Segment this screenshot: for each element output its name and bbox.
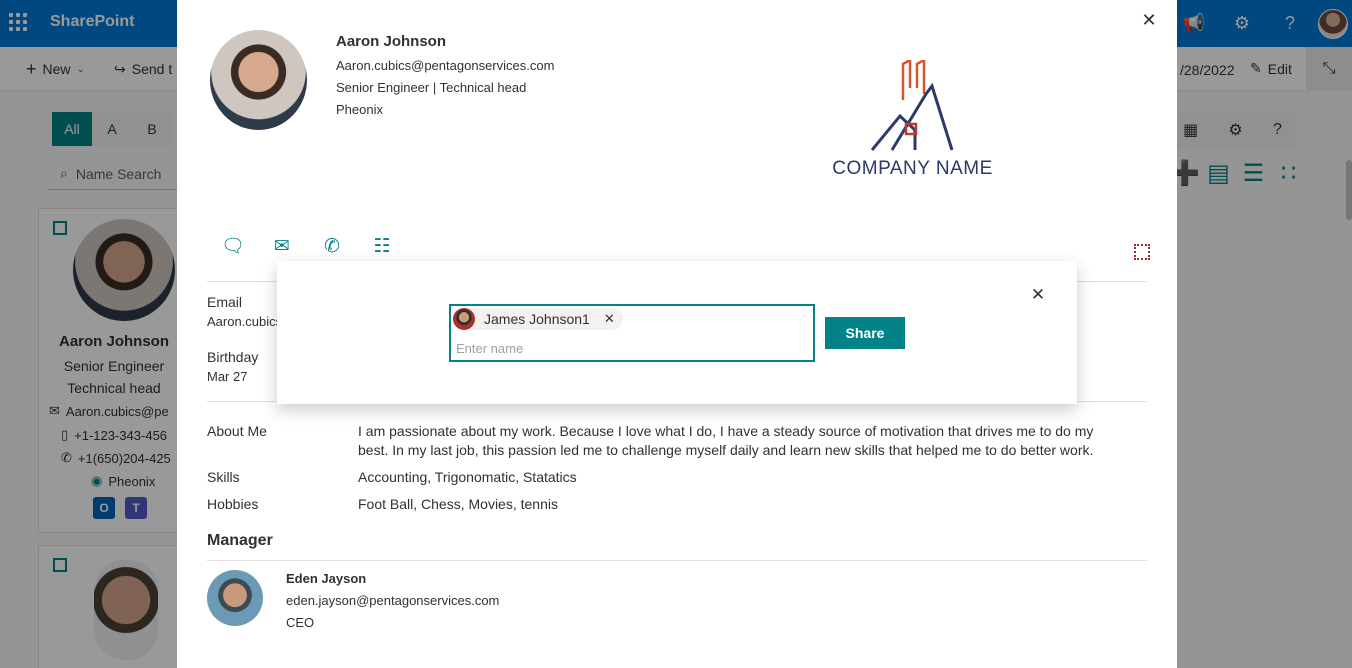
company-name: COMPANY NAME [832,158,993,179]
manager-name[interactable]: Eden Jayson [286,571,366,586]
skills-label: Skills [207,469,240,485]
company-logo: COMPANY NAME [820,57,1005,186]
people-picker[interactable]: James Johnson1 ✕ [449,304,815,362]
profile-photo [210,30,307,130]
profile-name: Aaron Johnson [336,33,447,50]
profile-email[interactable]: Aaron.cubics@pentagonservices.com [336,58,554,73]
manager-title: CEO [286,615,315,630]
divider [207,560,1147,561]
about-value: I am passionate about my work. Because I… [358,423,1094,458]
person-photo [453,308,475,330]
remove-person-icon[interactable]: ✕ [604,311,615,327]
profile-title: Senior Engineer | Technical head [336,80,527,95]
name-input[interactable] [456,338,796,358]
skills-value: Accounting, Trigonomatic, Statatics [358,469,577,485]
chat-icon[interactable]: 🗨 [221,236,245,258]
birthday-label: Birthday [207,349,259,365]
phone-icon[interactable]: ✆ [321,236,343,258]
hobbies-value: Foot Ball, Chess, Movies, tennis [358,496,558,512]
manager-heading: Manager [207,532,273,549]
email-value[interactable]: Aaron.cubics [207,314,282,329]
selected-person-name: James Johnson1 [484,311,590,327]
selected-person-pill[interactable]: James Johnson1 ✕ [453,308,623,330]
share-dialog: ✕ James Johnson1 ✕ Share [277,261,1077,404]
manager-photo[interactable] [207,570,263,626]
about-label: About Me [207,423,267,439]
birthday-value: Mar 27 [207,369,248,384]
email-label: Email [207,294,243,310]
contact-actions: 🗨 ✉ ✆ ☷ [221,236,393,258]
hobbies-label: Hobbies [207,496,259,512]
dialog-close-icon[interactable]: ✕ [1029,285,1047,304]
manager-email[interactable]: eden.jayson@pentagonservices.com [286,593,499,608]
org-chart-icon[interactable]: ☷ [371,236,393,258]
qr-code-icon[interactable] [1134,244,1150,260]
panel-close-icon[interactable]: ✕ [1139,10,1159,30]
share-button[interactable]: Share [825,317,905,349]
building-logo-icon [870,57,954,151]
profile-location: Pheonix [336,102,383,117]
mail-icon[interactable]: ✉ [271,236,293,258]
